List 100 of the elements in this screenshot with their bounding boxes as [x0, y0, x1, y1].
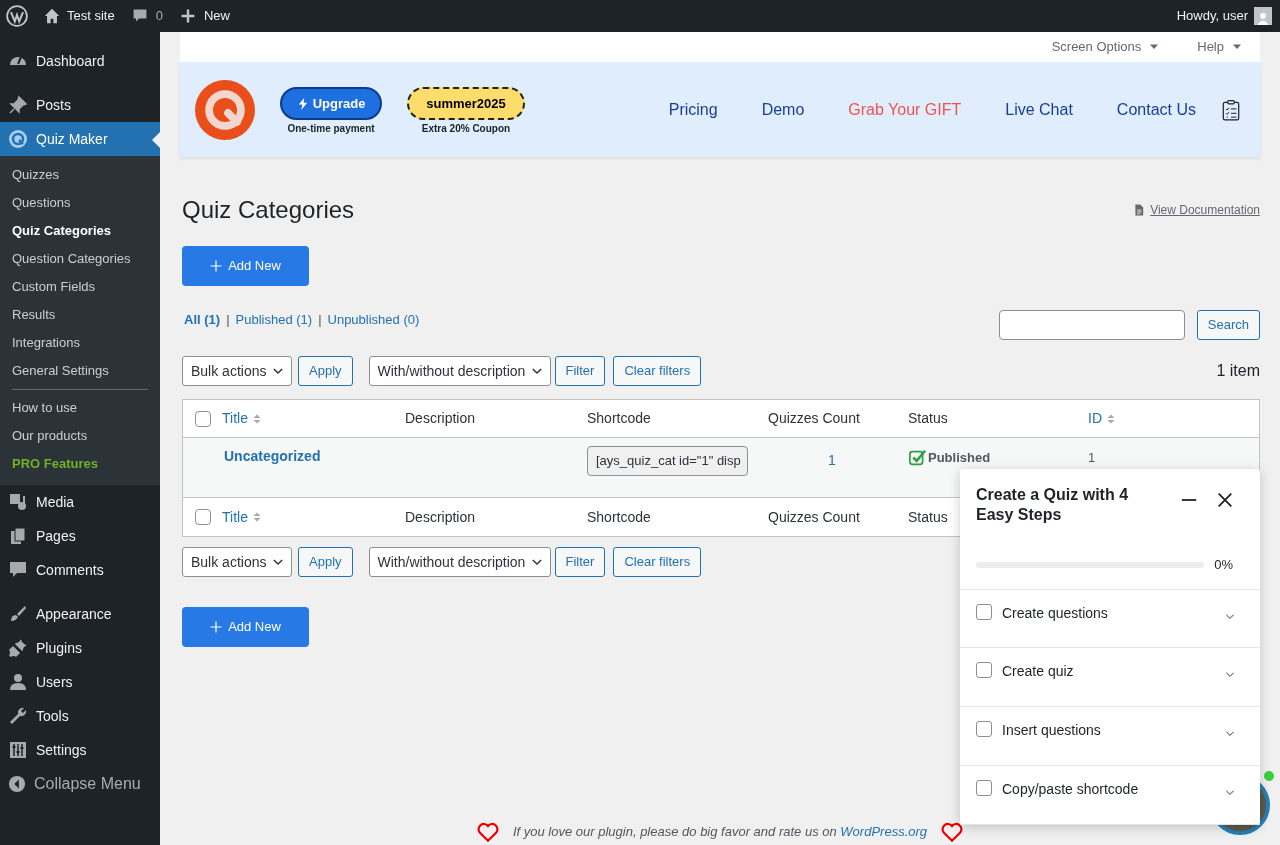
step-checkbox[interactable] [976, 603, 992, 620]
panel-title: Create a Quiz with 4 Easy Steps [976, 485, 1130, 525]
shortcode-field[interactable]: [ays_quiz_cat id="1" disp [587, 446, 748, 476]
menu-item[interactable]: Users [0, 665, 160, 699]
quiz-logo-icon[interactable] [195, 79, 255, 140]
submenu-item[interactable]: PRO Features [0, 450, 160, 478]
menu-item[interactable]: Dashboard [0, 44, 160, 78]
column-header: Quizzes Count [768, 507, 860, 527]
banner-link[interactable]: Demo [761, 97, 805, 122]
menu-item[interactable]: Appearance [0, 597, 160, 631]
submenu-item[interactable]: Questions [0, 189, 160, 217]
step-row[interactable]: Insert questions [960, 707, 1260, 767]
step-label: Copy/paste shortcode [1002, 780, 1140, 800]
coupon-code[interactable]: summer2025 [407, 87, 525, 120]
upgrade-note: One-time payment [287, 122, 375, 136]
menu-item[interactable]: Quiz Maker [0, 122, 160, 156]
submenu-item[interactable]: Quizzes [0, 161, 160, 189]
column-header: Description [405, 409, 476, 428]
menu-item[interactable]: Pages [0, 519, 160, 553]
column-header[interactable]: Title [222, 506, 248, 528]
quiz-logo-icon [8, 129, 28, 149]
column-header: Status [908, 507, 948, 527]
menu-item[interactable]: Posts [0, 88, 160, 122]
plus-icon[interactable] [179, 8, 196, 24]
close-icon[interactable] [1216, 491, 1234, 509]
step-row[interactable]: Copy/paste shortcode [960, 766, 1260, 825]
add-new-button[interactable]: Add New [182, 246, 309, 286]
heart-icon [941, 821, 964, 843]
banner-link[interactable]: Contact Us [1116, 97, 1196, 122]
status-text: Published [928, 449, 991, 467]
filter-button[interactable]: Filter [554, 356, 606, 386]
greeting-text[interactable]: Howdy, user [1176, 6, 1248, 26]
menu-item[interactable]: Media [0, 485, 160, 519]
column-header[interactable]: ID [1088, 408, 1102, 429]
step-checkbox[interactable] [976, 662, 992, 679]
search-button[interactable]: Search [1196, 310, 1260, 340]
user-avatar[interactable] [1254, 7, 1272, 25]
menu-item[interactable]: Tools [0, 699, 160, 733]
column-header: Description [405, 507, 476, 527]
wordpress-org-link[interactable]: WordPress.org [840, 824, 928, 840]
step-label: Create questions [1002, 603, 1109, 623]
new-link[interactable]: New [203, 6, 230, 26]
view-filter-link[interactable]: Unpublished (0) [327, 310, 420, 330]
dropdown-select[interactable]: With/without description [368, 356, 551, 386]
clear-filters-button[interactable]: Clear filters [613, 356, 702, 386]
submenu-item[interactable]: Our products [0, 422, 160, 450]
column-header[interactable]: Title [222, 408, 248, 429]
menu-item[interactable]: Comments [0, 553, 160, 587]
column-header: Quizzes Count [768, 409, 860, 428]
arrow-circle-icon [8, 775, 26, 793]
step-label: Create quiz [1002, 662, 1075, 682]
table-cell: 1 [1088, 450, 1096, 465]
screen-tab[interactable]: Help [1197, 37, 1242, 57]
home-icon [43, 7, 61, 25]
clear-filters-button[interactable]: Clear filters [613, 547, 702, 577]
quizzes-count-link[interactable]: 1 [828, 450, 836, 471]
plus-icon [210, 260, 223, 272]
banner-link[interactable]: Pricing [668, 97, 718, 122]
column-header: Shortcode [587, 409, 651, 428]
apply-button[interactable]: Apply [298, 547, 353, 577]
step-row[interactable]: Create quiz [960, 648, 1260, 708]
dropdown-select[interactable]: Bulk actions [182, 547, 292, 577]
submenu-item[interactable]: General Settings [0, 357, 160, 385]
submenu-item[interactable]: How to use [0, 394, 160, 422]
submenu-item[interactable]: Integrations [0, 329, 160, 357]
wordpress-logo-icon[interactable] [6, 5, 28, 27]
site-name[interactable]: Test site [67, 6, 115, 26]
view-separator: | [318, 311, 322, 330]
banner-link[interactable]: Live Chat [1005, 97, 1073, 122]
dropdown-select[interactable]: With/without description [368, 547, 551, 577]
filter-button[interactable]: Filter [554, 547, 606, 577]
upgrade-button[interactable]: Upgrade [280, 87, 382, 120]
screen-tab[interactable]: Screen Options [1051, 37, 1160, 57]
view-filter-link[interactable]: All (1) [184, 310, 221, 330]
submenu-item[interactable]: Results [0, 301, 160, 329]
apply-button[interactable]: Apply [298, 356, 353, 386]
submenu-item[interactable]: Custom Fields [0, 273, 160, 301]
search-field[interactable] [998, 310, 1185, 340]
step-checkbox[interactable] [976, 721, 992, 738]
submenu-item[interactable]: Question Categories [0, 245, 160, 273]
select-all-checkbox[interactable] [194, 509, 211, 525]
menu-item[interactable]: Plugins [0, 631, 160, 665]
heart-icon [476, 821, 499, 843]
dropdown-select[interactable]: Bulk actions [182, 356, 292, 386]
column-header: Status [908, 409, 948, 428]
step-checkbox[interactable] [976, 780, 992, 797]
menu-item[interactable]: Settings [0, 733, 160, 767]
comment-icon[interactable] [131, 8, 148, 24]
add-new-button[interactable]: Add New [182, 607, 309, 647]
comment-icon [8, 560, 28, 580]
select-all-checkbox[interactable] [194, 410, 211, 427]
plug-icon [8, 638, 28, 658]
collapse-menu-button[interactable]: Collapse Menu [0, 767, 160, 801]
category-title-link[interactable]: Uncategorized [224, 448, 321, 464]
submenu-item[interactable]: Quiz Categories [0, 217, 160, 245]
view-filter-link[interactable]: Published (1) [235, 310, 313, 330]
comment-count[interactable]: 0 [155, 6, 163, 26]
site-link[interactable]: Test site [43, 6, 115, 26]
documentation-link[interactable]: View Documentation [1133, 201, 1260, 219]
step-row[interactable]: Create questions [960, 589, 1260, 649]
